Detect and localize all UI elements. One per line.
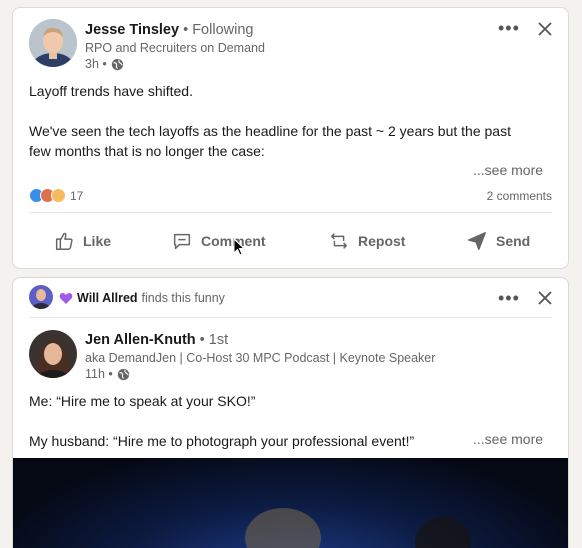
post-text-line: My husband: “Hire me to photograph your … xyxy=(29,433,415,449)
repost-label: Repost xyxy=(358,233,406,249)
comments-count[interactable]: 2 comments xyxy=(487,189,552,203)
author-avatar[interactable] xyxy=(29,19,77,67)
like-button[interactable]: Like xyxy=(53,230,111,252)
mouse-cursor-icon xyxy=(233,238,245,256)
author-name-text[interactable]: Jesse Tinsley xyxy=(85,22,179,38)
author-avatar[interactable] xyxy=(29,330,77,378)
send-button[interactable]: Send xyxy=(466,230,530,252)
post-text-line: Layoff trends have shifted. xyxy=(29,83,193,99)
globe-icon xyxy=(111,58,123,70)
post-text-line: few months that is no longer the case: xyxy=(29,143,265,159)
post-photo xyxy=(245,508,471,548)
close-icon[interactable] xyxy=(537,21,553,37)
post-text-line: Me: “Hire me to speak at your SKO!” xyxy=(29,393,256,409)
social-actor-name[interactable]: Will Allred xyxy=(77,291,138,305)
reaction-count[interactable]: 17 xyxy=(70,189,83,203)
post-text-line: We've seen the tech layoffs as the headl… xyxy=(29,123,511,139)
author-name[interactable]: Jen Allen-Knuth • 1st xyxy=(85,332,228,348)
comment-button[interactable]: Comment xyxy=(171,230,266,252)
post-image[interactable] xyxy=(13,458,568,548)
author-headline: aka DemandJen | Co-Host 30 MPC Podcast |… xyxy=(85,351,436,365)
send-label: Send xyxy=(496,233,531,249)
connection-degree: • 1st xyxy=(199,332,229,348)
divider xyxy=(29,317,552,318)
divider xyxy=(29,212,552,213)
see-more-link[interactable]: ...see more xyxy=(473,162,543,178)
post-timestamp: 3h • xyxy=(85,57,124,71)
repost-button[interactable]: Repost xyxy=(328,230,405,252)
close-icon[interactable] xyxy=(537,290,553,306)
author-headline: RPO and Recruiters on Demand xyxy=(85,41,265,55)
social-action-text: finds this funny xyxy=(141,291,225,305)
more-options-icon[interactable]: ••• xyxy=(498,289,520,307)
see-more-link[interactable]: ...see more xyxy=(473,431,543,447)
comment-icon xyxy=(173,233,191,250)
repost-icon xyxy=(330,233,348,249)
timestamp-text: 3h • xyxy=(85,57,107,71)
post-timestamp: 11h • xyxy=(85,367,130,381)
social-activity-header: Will Allred finds this funny xyxy=(59,291,225,305)
like-label: Like xyxy=(83,233,112,249)
heart-purple-icon xyxy=(59,292,73,304)
feed-post-card: Jesse Tinsley • Following RPO and Recrui… xyxy=(12,7,569,269)
author-name[interactable]: Jesse Tinsley • Following xyxy=(85,22,253,38)
feed-post-card: Will Allred finds this funny ••• Jen All… xyxy=(12,277,569,548)
social-actor-avatar[interactable] xyxy=(29,285,53,309)
insightful-reaction-icon xyxy=(51,188,66,203)
more-options-icon[interactable]: ••• xyxy=(498,19,520,37)
send-icon xyxy=(468,232,486,250)
like-icon xyxy=(55,232,73,250)
timestamp-text: 11h • xyxy=(85,367,113,381)
globe-icon xyxy=(117,368,129,380)
reactions-summary[interactable]: 17 xyxy=(29,188,83,203)
follow-status: • Following xyxy=(183,22,254,38)
author-name-text[interactable]: Jen Allen-Knuth xyxy=(85,332,196,348)
